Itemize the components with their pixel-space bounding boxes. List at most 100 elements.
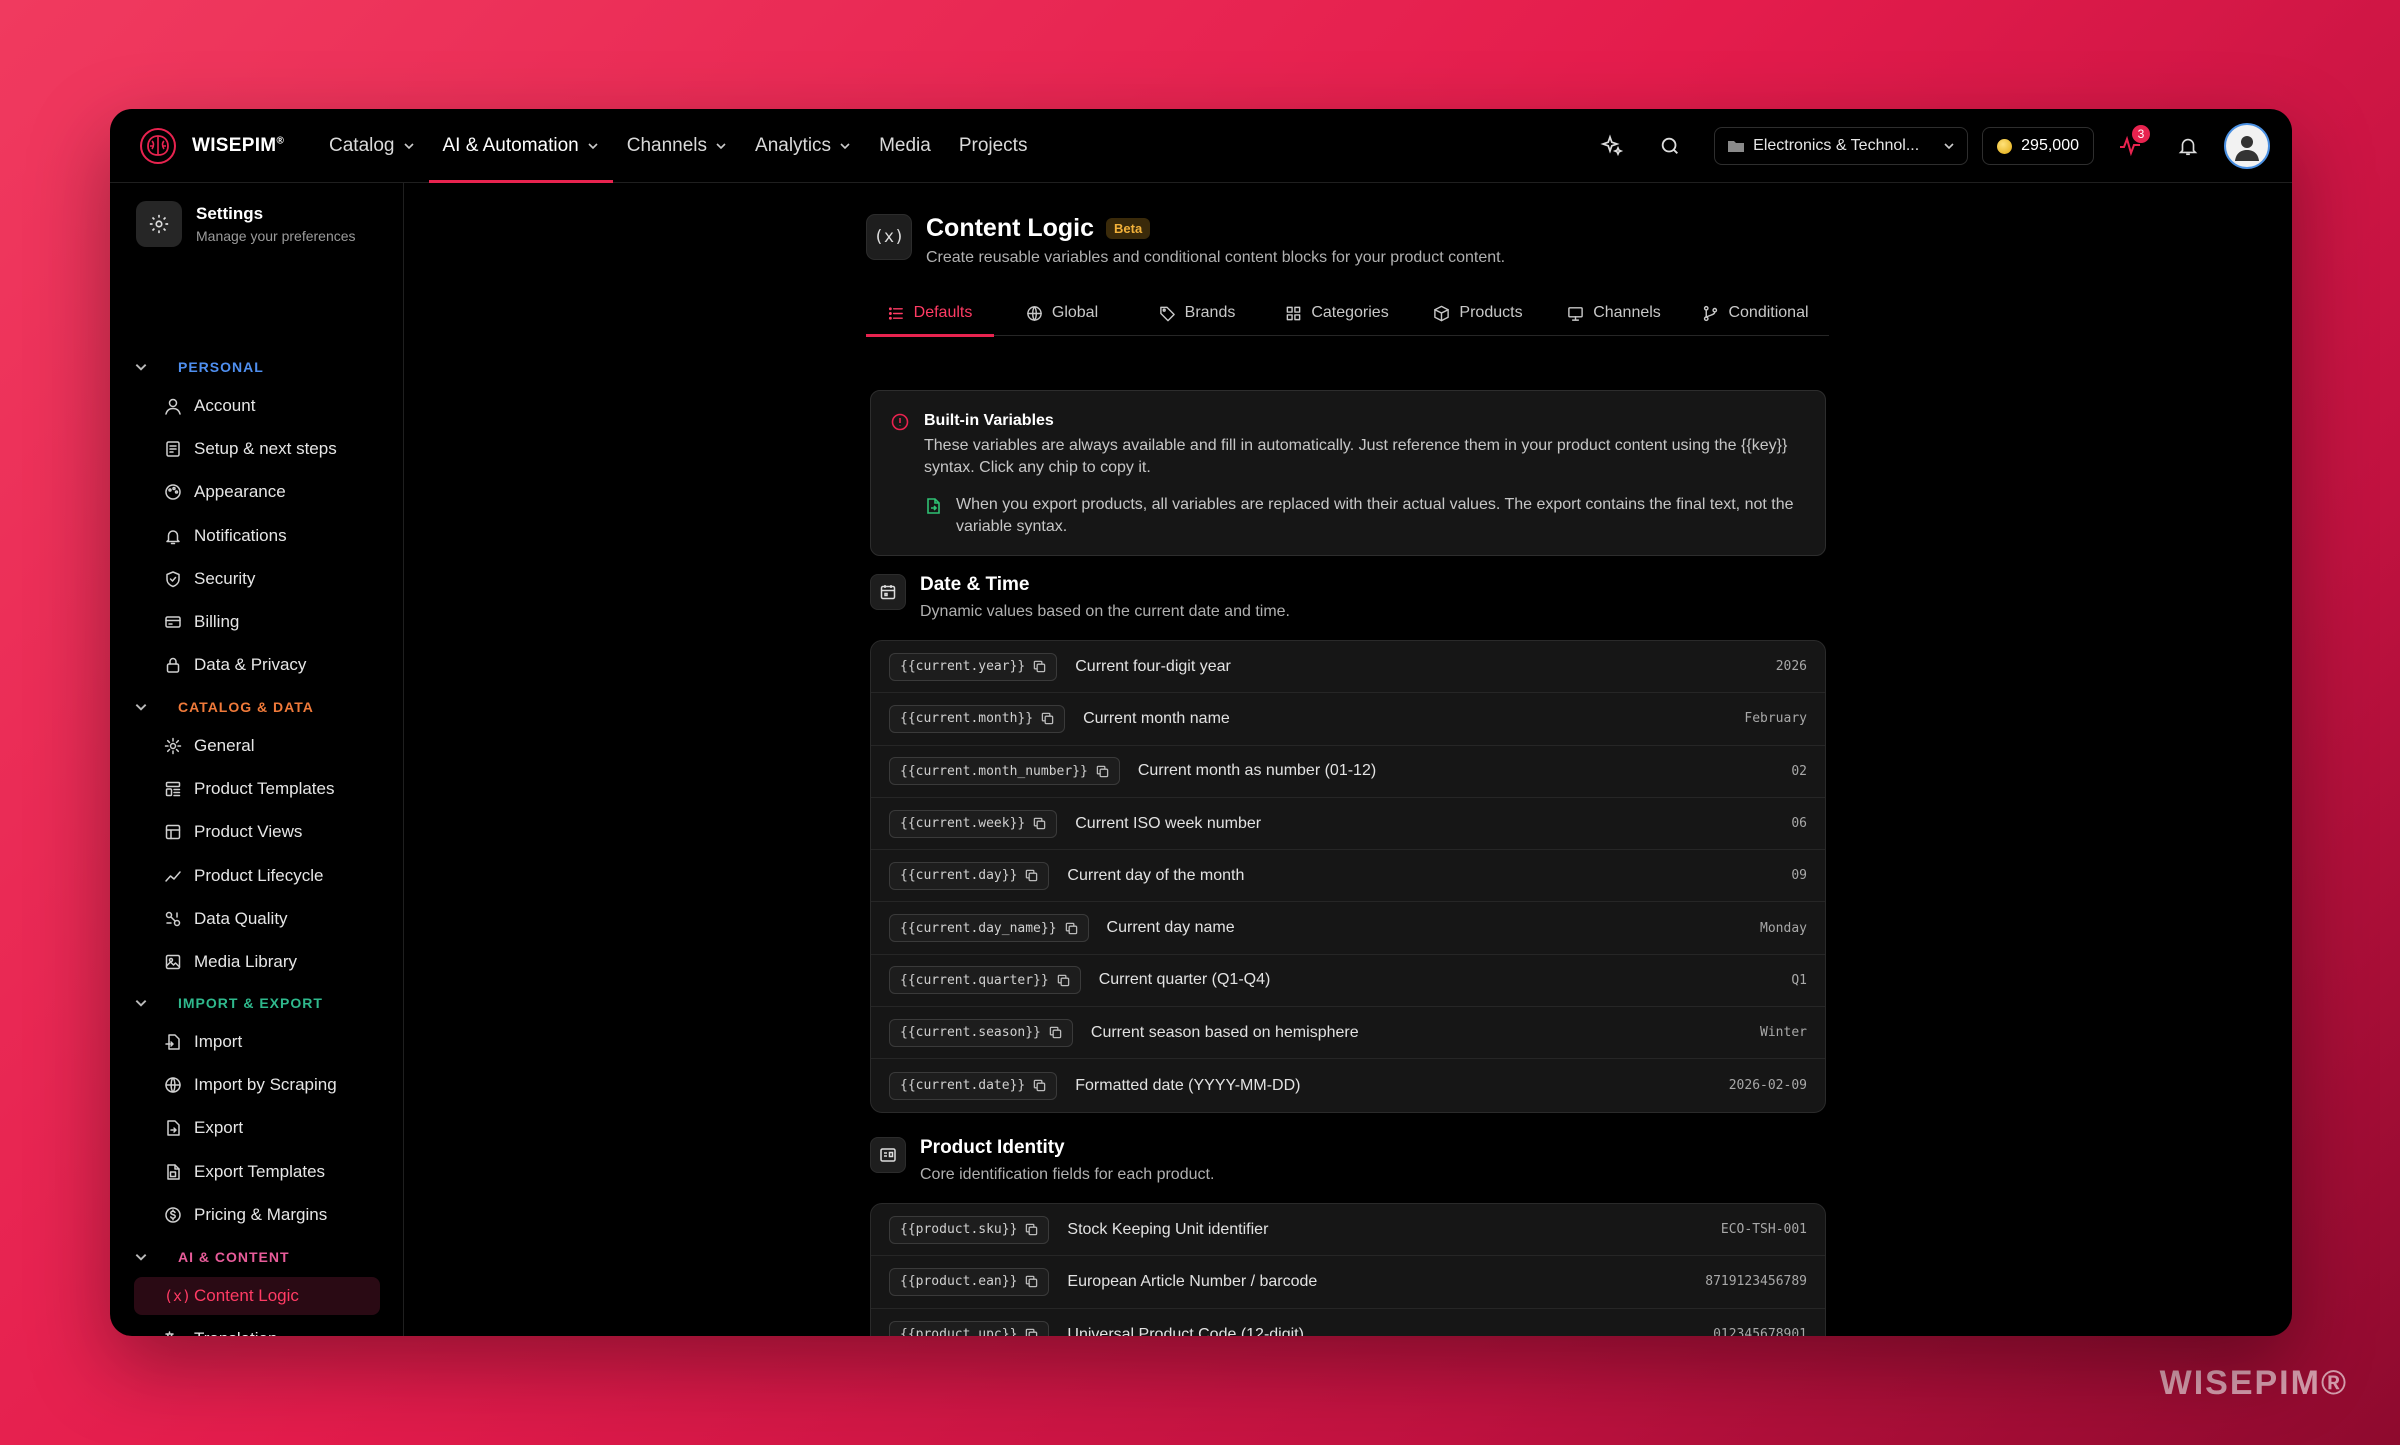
variable-description: Current month as number (01-12) [1137,762,1377,780]
credits-badge[interactable]: 295,000 [1982,127,2094,165]
variable-key: {{current.day_name}} [900,920,1057,936]
sidebar-item-label: Translation [194,1329,277,1336]
table-row: {{product.ean}} European Article Number /… [871,1256,1825,1309]
section-catalog-data[interactable]: CATALOG & DATA [134,699,314,715]
sidebar-item-import[interactable]: Import [134,1023,380,1061]
sidebar-item-data-privacy[interactable]: Data & Privacy [134,646,380,684]
variable-chip[interactable]: {{current.month_number}} [889,757,1120,786]
calendar-icon [870,574,906,610]
sidebar-item-account[interactable]: Account [134,387,380,425]
section-label: CATALOG & DATA [178,699,314,715]
nav-channels[interactable]: Channels [613,109,741,183]
chevron-down-icon [1944,143,1954,150]
sidebar-item-product-lifecycle[interactable]: Product Lifecycle [134,857,380,895]
user-avatar[interactable] [2224,123,2270,169]
nav-projects[interactable]: Projects [945,109,1042,183]
file-export-icon [927,498,940,514]
table-row: {{current.day}} Current day of the month 0… [871,850,1825,903]
tab-defaults[interactable]: Defaults [866,290,994,337]
variable-key: {{current.day}} [900,868,1018,884]
nav-ai-automation[interactable]: AI & Automation [428,109,614,183]
table-row: {{current.month_number}} Current month as… [871,746,1825,798]
global-tab-icon [1027,305,1042,321]
sidebar-item-general[interactable]: General [134,727,380,765]
workspace-selector[interactable]: Electronics & Technol... [1714,127,1969,165]
sidebar-item-translation[interactable]: Translation [134,1320,380,1336]
page-header: (x) Content Logic Beta Create reusable v… [866,214,1505,267]
group-title: Product Identity [920,1137,1065,1158]
sidebar-item-pricing-margins[interactable]: Pricing & Margins [134,1196,380,1234]
settings-header: Settings Manage your preferences [136,201,356,247]
billing-icon [165,616,181,628]
variable-chip[interactable]: {{current.day}} [889,861,1050,890]
sidebar-item-product-views[interactable]: Product Views [134,813,380,851]
variable-chip[interactable]: {{current.week}} [889,809,1058,838]
variable-description: Current quarter (Q1-Q4) [1098,971,1271,989]
nav-catalog[interactable]: Catalog [315,109,429,183]
variable-chip[interactable]: {{current.season}} [889,1018,1073,1047]
sidebar-item-security[interactable]: Security [134,560,380,598]
sidebar-item-export[interactable]: Export [134,1109,380,1147]
section-ai-content[interactable]: AI & CONTENT [134,1249,290,1265]
variable-chip[interactable]: {{current.month}} [889,704,1066,733]
variable-value: February [1744,711,1807,727]
sidebar-item-appearance[interactable]: Appearance [134,473,380,511]
variables-table-product-identity: {{product.sku}} Stock Keeping Unit identi… [870,1203,1826,1336]
tab-global[interactable]: Global [994,290,1130,336]
sidebar-item-setup-next-steps[interactable]: Setup & next steps [134,430,380,468]
tab-label: Global [1051,304,1099,321]
product-lifecycle-icon [165,870,181,882]
variable-chip[interactable]: {{current.quarter}} [889,966,1081,995]
sidebar-item-billing[interactable]: Billing [134,603,380,641]
sidebar-item-label: Product Templates [194,779,335,799]
sidebar-item-notifications[interactable]: Notifications [134,517,380,555]
tab-brands[interactable]: Brands [1130,290,1264,336]
activity-button[interactable]: 3 [2108,124,2152,168]
notifications-button[interactable] [2166,124,2210,168]
sidebar-item-import-by-scraping[interactable]: Import by Scraping [134,1066,380,1104]
nav-media[interactable]: Media [865,109,945,183]
variable-chip[interactable]: {{current.day_name}} [889,914,1089,943]
tab-label: Conditional [1728,304,1809,321]
ai-sparkle-button[interactable] [1590,124,1634,168]
variable-value: 06 [1791,816,1807,832]
nav-analytics[interactable]: Analytics [741,109,865,183]
sidebar-item-media-library[interactable]: Media Library [134,943,380,981]
variable-chip[interactable]: {{product.upc}} [889,1320,1050,1336]
tab-label: Categories [1311,304,1389,321]
section-import-export[interactable]: IMPORT & EXPORT [134,995,323,1011]
sidebar-item-content-logic[interactable]: (x) Content Logic [134,1277,380,1315]
tab-conditional[interactable]: Conditional [1682,290,1829,336]
app-window: WISEPIM® Catalog AI & Automation Channels A… [110,109,2292,1336]
variable-value: 2026-02-09 [1728,1078,1807,1094]
sidebar-item-data-quality[interactable]: Data Quality [134,900,380,938]
table-row: {{product.sku}} Stock Keeping Unit identi… [871,1204,1825,1257]
info-title: Built-in Variables [924,412,1054,429]
search-button[interactable] [1648,124,1692,168]
table-row: {{current.year}} Current four-digit year 2… [871,641,1825,694]
variable-description: Current season based on hemisphere [1090,1023,1359,1041]
variable-chip[interactable]: {{product.ean}} [889,1267,1050,1296]
chevron-down-icon [135,1000,147,1007]
tab-channels[interactable]: Channels [1546,290,1682,336]
variable-chip[interactable]: {{current.year}} [889,652,1058,681]
section-label: PERSONAL [178,359,264,375]
logo[interactable]: WISEPIM® [138,126,284,166]
tab-products[interactable]: Products [1410,290,1546,336]
sidebar-item-label: Account [194,396,256,415]
sidebar-item-product-templates[interactable]: Product Templates [134,770,380,808]
categories-tab-icon [1286,306,1301,320]
conditional-tab-icon [1704,305,1718,321]
credits-value: 295,000 [2021,137,2079,154]
tab-categories[interactable]: Categories [1264,290,1410,336]
nav-label: Channels [626,135,708,156]
table-row: {{current.date}} Formatted date (YYYY-MM-… [871,1059,1825,1111]
variable-value: Winter [1760,1025,1807,1041]
variable-chip[interactable]: {{product.sku}} [889,1215,1050,1244]
sidebar-item-export-templates[interactable]: Export Templates [134,1153,380,1191]
section-personal[interactable]: PERSONAL [134,359,264,375]
sidebar-item-label: Media Library [194,952,297,971]
variable-chip[interactable]: {{current.date}} [889,1071,1058,1100]
data-privacy-icon [166,658,180,673]
copy-icon [1026,1328,1038,1336]
